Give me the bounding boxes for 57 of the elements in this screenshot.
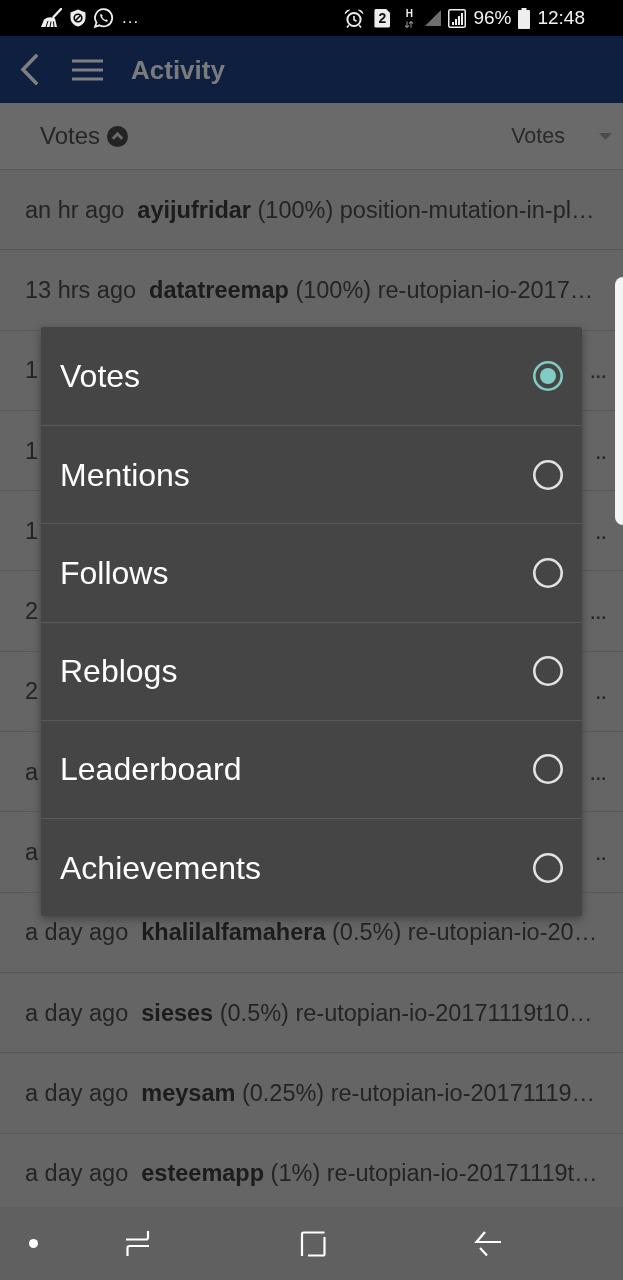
radio-icon[interactable] <box>532 360 564 393</box>
screen-title: Activity <box>131 54 225 85</box>
filter-option[interactable]: Mentions <box>41 425 582 524</box>
back-arrow-icon[interactable] <box>474 1230 502 1257</box>
filter-option[interactable]: Leaderboard <box>41 719 582 818</box>
activity-entry[interactable]: a day ago sieses (0.5%) re-utopian-io-20171119t10… <box>25 998 593 1027</box>
radio-icon[interactable] <box>532 753 564 786</box>
radio-icon[interactable] <box>532 655 564 688</box>
activity-entry-fragment: 1 <box>25 356 39 385</box>
activity-entry-fragment: ... <box>589 757 606 786</box>
alarm-clock-icon <box>344 8 365 28</box>
activity-entry-fragment: 2 <box>25 597 39 626</box>
signal-icon <box>425 10 442 26</box>
activity-entry-fragment: a <box>25 757 39 786</box>
shield-icon <box>70 9 86 27</box>
filter-option[interactable]: Follows <box>41 523 582 622</box>
sort-button[interactable]: Votes <box>40 122 129 150</box>
activity-entry[interactable]: a day ago meysam (0.25%) re-utopian-io-20171119… <box>25 1078 596 1107</box>
radio-icon[interactable] <box>532 556 564 589</box>
broom-icon <box>40 8 62 28</box>
activity-entry-fragment: 1 <box>25 436 39 465</box>
data-arrows-icon <box>404 20 415 28</box>
activity-entry[interactable]: 13 hrs ago datatreemap (100%) re-utopian-io-2017… <box>25 275 594 304</box>
activity-entry-fragment: .. <box>594 677 606 706</box>
activity-entry-fragment: 2 <box>25 677 39 706</box>
phone-bubble-icon <box>94 8 114 28</box>
activity-entry-fragment: .. <box>594 516 606 545</box>
activity-entry-fragment: ... <box>589 356 606 385</box>
activity-entry[interactable]: a day ago esteemapp (1%) re-utopian-io-20171119t… <box>25 1159 598 1188</box>
home-icon[interactable] <box>300 1230 326 1257</box>
menu-icon[interactable] <box>72 58 103 81</box>
battery-percent-text: 96% <box>473 7 512 29</box>
battery-icon <box>518 7 531 29</box>
filter-dropdown[interactable]: Votes <box>511 123 612 149</box>
activity-entry[interactable]: an hr ago ayijufridar (100%) position-mutation-in-pl… <box>25 195 595 224</box>
signal-bars-icon <box>448 8 467 28</box>
radio-icon[interactable] <box>532 458 564 491</box>
network-type-text: H <box>405 8 414 19</box>
dot-icon[interactable] <box>29 1239 38 1248</box>
sim-indicator: 2 <box>374 8 391 28</box>
activity-entry-fragment: 1 <box>25 516 39 545</box>
filter-option[interactable]: Achievements <box>41 817 582 917</box>
activity-entry[interactable]: a day ago khalilalfamahera (0.5%) re-utopian-io-20… <box>25 918 598 947</box>
sort-up-icon <box>107 125 129 147</box>
recents-icon[interactable] <box>125 1230 150 1257</box>
edge-panel-handle[interactable] <box>615 277 623 525</box>
activity-entry-fragment: ... <box>589 597 606 626</box>
more-notifications-text: ... <box>122 9 140 27</box>
activity-entry-fragment: .. <box>594 436 606 465</box>
radio-icon[interactable] <box>532 851 564 884</box>
back-icon[interactable] <box>20 54 38 85</box>
activity-entry-fragment: a <box>25 838 39 866</box>
clock-time-text: 12:48 <box>537 7 585 29</box>
activity-entry-fragment: .. <box>594 838 606 866</box>
caret-icon <box>599 132 612 140</box>
filter-option[interactable]: Votes <box>41 327 582 426</box>
filter-option[interactable]: Reblogs <box>41 621 582 720</box>
